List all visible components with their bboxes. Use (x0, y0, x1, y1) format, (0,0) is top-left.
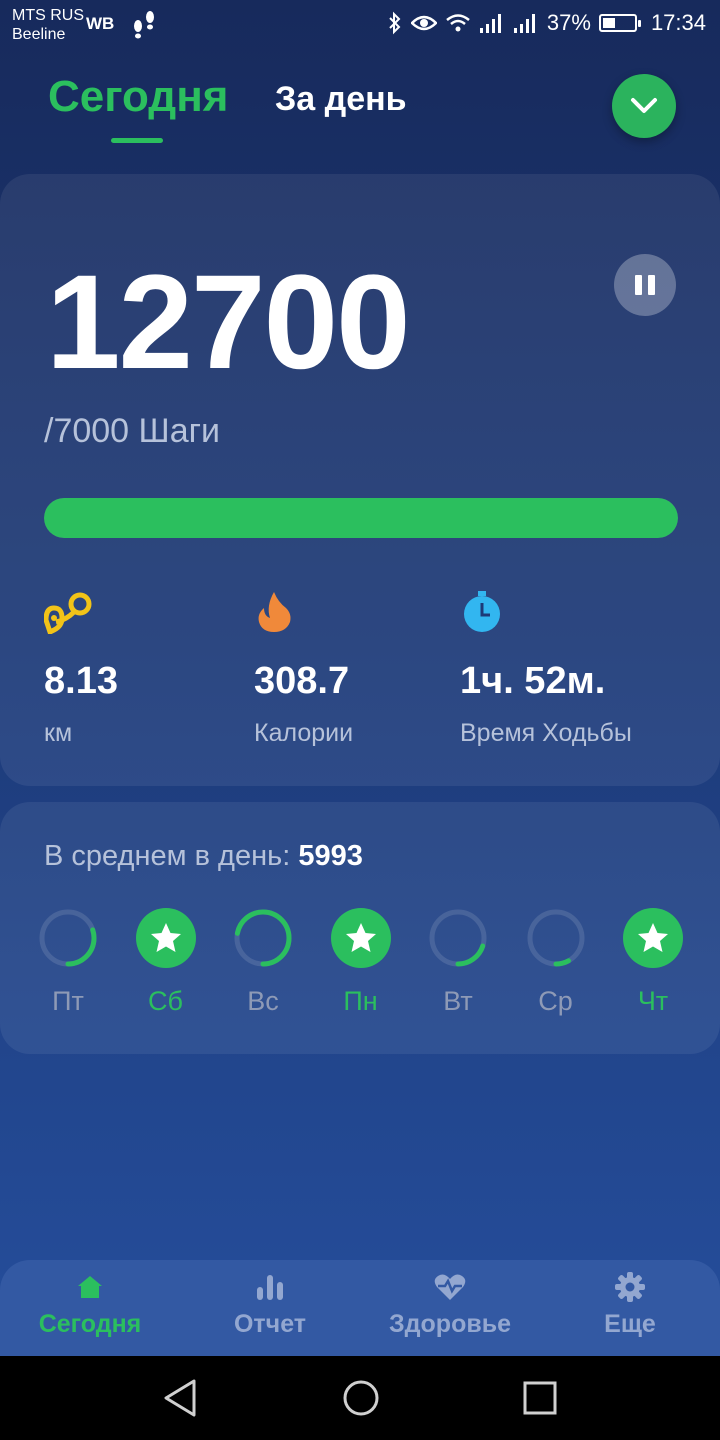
wifi-icon (446, 14, 470, 32)
day-label: Вс (247, 986, 279, 1016)
day-progress-2[interactable]: Вс (231, 906, 295, 1017)
battery-percent: 37% (546, 10, 591, 35)
calories-label: Калории (254, 719, 354, 747)
recent-apps-icon[interactable] (522, 1378, 558, 1418)
pause-icon (635, 275, 642, 295)
heart-pulse-icon (360, 1270, 540, 1304)
back-icon[interactable] (162, 1378, 198, 1418)
clock: 17:34 (650, 10, 706, 35)
calories-value: 308.7 (254, 660, 350, 702)
active-tab-indicator (111, 138, 163, 143)
steps-goal: /7000 Шаги (44, 412, 220, 450)
progress-ring-icon (527, 909, 584, 967)
carrier-1: MTS RUS (12, 7, 84, 24)
star-icon (623, 908, 683, 968)
walking-time-value: 1ч. 52м. (460, 660, 606, 702)
pause-button[interactable] (614, 254, 676, 316)
signal-icon-2 (513, 14, 535, 33)
footprints-icon (130, 8, 158, 45)
star-icon (135, 908, 196, 968)
dropdown-button[interactable] (612, 74, 676, 138)
battery-icon (598, 14, 641, 32)
stat-calories: 308.7 Калории (254, 590, 353, 748)
tab-today[interactable]: Сегодня (48, 72, 228, 122)
nav-today[interactable]: Сегодня (0, 1270, 180, 1339)
signal-icon (479, 14, 501, 33)
progress-ring-icon (234, 909, 292, 967)
day-progress-1[interactable]: Сб (134, 906, 198, 1017)
day-progress-6[interactable]: Чт (621, 906, 685, 1017)
progress-ring-icon (429, 909, 487, 967)
daily-average-label: В среднем в день: (44, 840, 299, 872)
stat-walking-time: 1ч. 52м. Время Ходьбы (460, 590, 632, 748)
gear-icon (540, 1270, 720, 1304)
nav-report[interactable]: Отчет (180, 1270, 360, 1339)
day-progress-5[interactable]: Ср (524, 906, 588, 1017)
daily-average: В среднем в день: 5993 (44, 840, 363, 873)
chevron-down-icon (631, 98, 657, 113)
daily-average-value: 5993 (298, 840, 363, 872)
progress-fill (44, 498, 678, 538)
status-bar: MTS RUS Beeline WB 37% 17:34 (0, 0, 720, 50)
steps-count: 12700 (46, 248, 411, 397)
eye-icon (410, 15, 437, 31)
nav-health[interactable]: Здоровье (360, 1270, 540, 1339)
flame-icon (254, 590, 353, 634)
walking-time-label: Время Ходьбы (460, 719, 632, 747)
nav-today-label: Сегодня (38, 1310, 142, 1338)
day-label: Пт (52, 986, 84, 1016)
distance-value: 8.13 (44, 660, 118, 702)
distance-label: км (44, 719, 73, 747)
day-label: Сб (148, 986, 183, 1016)
carrier-2: Beeline (12, 26, 66, 43)
bluetooth-icon (389, 11, 401, 35)
nav-more[interactable]: Еще (540, 1270, 720, 1339)
system-navigation-bar (0, 1356, 720, 1440)
wb-badge: WB (86, 14, 115, 33)
stat-distance: 8.13 км (43, 590, 118, 748)
day-label: Ср (538, 986, 573, 1016)
tab-per-day[interactable]: За день (275, 80, 407, 119)
distance-pin-icon (43, 590, 118, 636)
day-progress-4[interactable]: Вт (426, 906, 490, 1017)
home-icon (0, 1270, 180, 1304)
bar-chart-icon (180, 1270, 360, 1304)
day-progress-0[interactable]: Пт (36, 906, 100, 1017)
carrier-names: MTS RUS Beeline (12, 6, 84, 44)
day-progress-3[interactable]: Пн (329, 906, 393, 1017)
star-icon (330, 908, 391, 968)
stopwatch-icon (460, 590, 632, 634)
day-label: Вт (443, 986, 473, 1016)
steps-progress-bar (44, 498, 678, 538)
home-circle-icon[interactable] (341, 1378, 381, 1418)
day-label: Пн (343, 986, 378, 1016)
nav-more-label: Еще (604, 1310, 656, 1338)
nav-report-label: Отчет (233, 1310, 307, 1338)
progress-ring-icon (39, 909, 97, 967)
day-label: Чт (637, 986, 669, 1016)
nav-health-label: Здоровье (389, 1310, 511, 1338)
